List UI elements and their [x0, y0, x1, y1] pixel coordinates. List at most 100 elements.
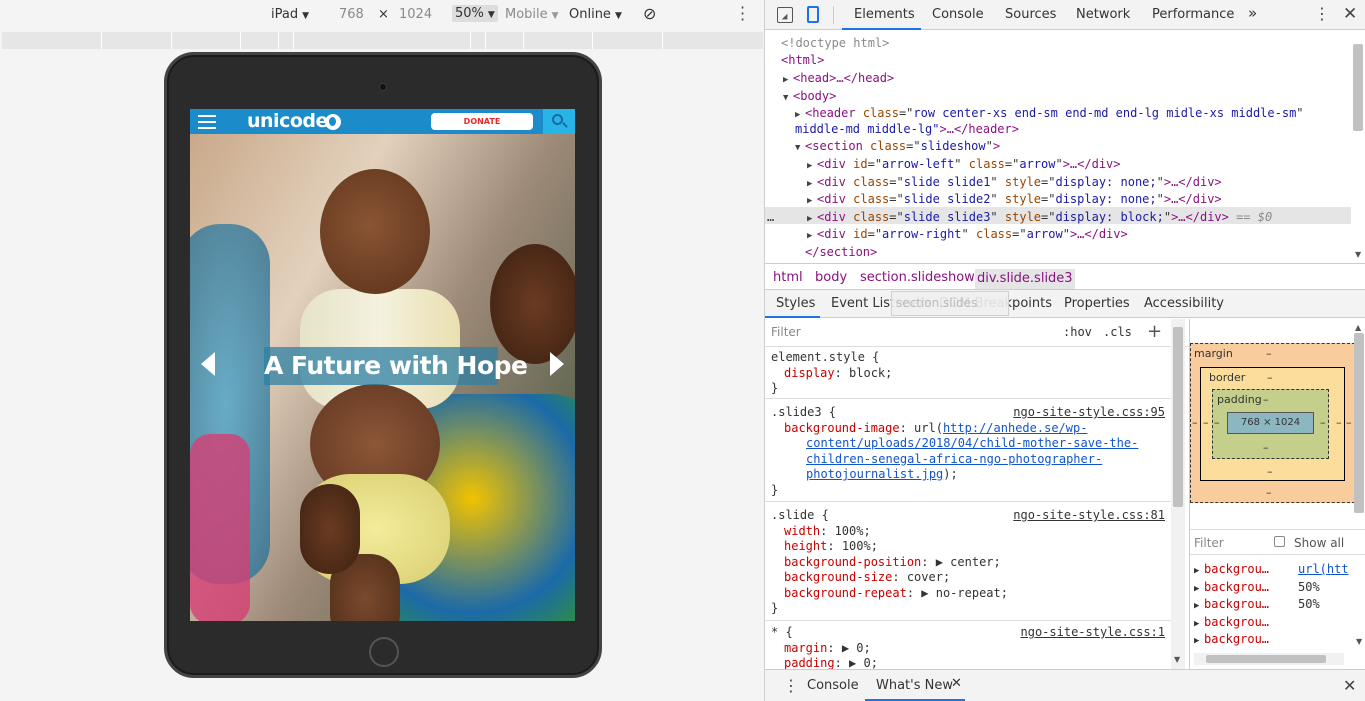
rule-source-link[interactable]: ngo-site-style.css:81	[1013, 508, 1165, 524]
rule-source-link[interactable]: ngo-site-style.css:95	[1013, 405, 1165, 421]
tab-elements[interactable]: Elements	[854, 7, 915, 22]
network-select[interactable]: Online ▼	[569, 7, 622, 22]
box-model-content[interactable]: 768 × 1024	[1227, 412, 1314, 434]
dom-node-line[interactable]: </section>	[805, 244, 877, 262]
rule-declaration[interactable]: margin: ▶ 0;	[771, 641, 1165, 657]
box-model-scrollbar[interactable]	[1354, 333, 1364, 513]
media-query-bar[interactable]	[2, 32, 763, 49]
rule-declaration[interactable]: background-size: cover;	[771, 570, 1165, 586]
rule-source-link[interactable]: ngo-site-style.css:1	[1021, 625, 1166, 641]
dom-scrollbar[interactable]	[1353, 44, 1363, 131]
dom-node-line[interactable]: middle-md middle-lg">…</header>	[795, 121, 1019, 139]
image-url-link[interactable]: children-senegal-africa-ngo-photographer…	[806, 452, 1102, 466]
computed-hscrollbar[interactable]	[1194, 653, 1344, 665]
rule-declaration[interactable]: background-image: url(http://anhede.se/w…	[771, 421, 1165, 437]
expand-triangle-icon[interactable]: ▶	[1194, 636, 1204, 646]
tab-sources[interactable]: Sources	[1005, 7, 1056, 22]
dom-node-line[interactable]: ▶ <head>…</head>	[783, 70, 894, 90]
node-actions-icon[interactable]: …	[767, 209, 774, 227]
rule-declaration[interactable]: background-position: ▶ center;	[771, 555, 1165, 571]
tab-performance[interactable]: Performance	[1152, 7, 1234, 22]
drawer-tab-console[interactable]: Console	[807, 678, 859, 693]
styles-filter-input[interactable]: Filter	[771, 325, 801, 339]
drawer-menu-icon[interactable]: ⋮	[783, 676, 799, 695]
rule-declaration[interactable]: padding: ▶ 0;	[771, 656, 1165, 669]
tab-console[interactable]: Console	[932, 7, 984, 22]
dom-tree[interactable]: <!doctype html> <html> ▶ <head>…</head> ▼ <bo…	[765, 31, 1351, 263]
scroll-down-icon[interactable]: ▼	[1355, 250, 1361, 259]
device-toolbar-icon[interactable]	[807, 6, 819, 23]
dom-node-line[interactable]: ▶ <div class="slide slide2" style="displa…	[807, 191, 1222, 211]
scroll-down-icon[interactable]: ▼	[1356, 637, 1362, 646]
more-options-icon[interactable]: · · ·	[740, 0, 745, 28]
dom-node-line[interactable]: ▶ <div id="arrow-left" class="arrow">…</d…	[807, 156, 1121, 176]
image-url-link[interactable]: photojournalist.jpg	[806, 467, 943, 481]
scroll-up-icon[interactable]: ▲	[1355, 323, 1361, 332]
breadcrumb-html[interactable]: html	[773, 270, 803, 285]
dom-node-line[interactable]: <html>	[781, 52, 824, 70]
dom-node-line[interactable]: <!doctype html>	[781, 35, 889, 53]
zoom-select[interactable]: 50% ▼	[452, 5, 498, 22]
tab-network[interactable]: Network	[1076, 7, 1130, 22]
ruler-tick	[278, 32, 279, 49]
hamburger-menu-icon[interactable]	[198, 115, 216, 129]
tab-styles[interactable]: Styles	[776, 296, 815, 311]
scroll-down-icon[interactable]: ▼	[1174, 655, 1180, 664]
rule-declaration[interactable]: background-repeat: ▶ no-repeat;	[771, 586, 1165, 602]
rule-declaration[interactable]: height: 100%;	[771, 539, 1165, 555]
styles-scrollbar[interactable]	[1173, 327, 1183, 507]
close-icon[interactable]: ✕	[1343, 4, 1357, 24]
computed-property[interactable]: ▶ backgrou… 50%	[1190, 597, 1365, 611]
box-model-border[interactable]: border – – – – padding – – – – 768 × 102…	[1200, 367, 1345, 481]
expand-triangle-icon[interactable]: ▶	[1194, 619, 1204, 629]
image-url-link[interactable]: http://anhede.se/wp-	[943, 421, 1088, 435]
style-rule[interactable]: * { ngo-site-style.css:1 margin: ▶ 0; pa…	[765, 623, 1171, 669]
expand-triangle-icon[interactable]: ▶	[1194, 584, 1204, 594]
drawer-tab-whats-new[interactable]: What's New	[876, 678, 953, 693]
dom-node-line[interactable]: ▶ <div id="arrow-right" class="arrow">…</…	[807, 226, 1128, 246]
close-tab-icon[interactable]: ✕	[951, 676, 962, 691]
rotate-icon[interactable]: ⊘	[643, 4, 656, 23]
style-rule[interactable]: element.style { display: block; }	[765, 348, 1171, 399]
mode-select[interactable]: Mobile ▼	[505, 7, 559, 22]
height-input[interactable]: 1024	[399, 7, 432, 22]
device-select[interactable]: iPad ▼	[271, 7, 309, 22]
home-button[interactable]	[369, 637, 399, 667]
arrow-left-icon[interactable]	[201, 352, 215, 376]
more-tabs-icon[interactable]: »	[1248, 4, 1257, 22]
add-rule-icon[interactable]: +	[1147, 321, 1162, 342]
tab-properties[interactable]: Properties	[1064, 296, 1130, 311]
expand-triangle-icon[interactable]: ▶	[1194, 601, 1204, 611]
emulated-screen[interactable]: unicode DONATE A Future with Hope	[190, 109, 575, 621]
breadcrumb-section[interactable]: section.slideshow	[860, 270, 975, 285]
tab-accessibility[interactable]: Accessibility	[1144, 296, 1224, 311]
image-url-link[interactable]: content/uploads/2018/04/child-mother-sav…	[806, 436, 1138, 450]
breadcrumb-div-slide3[interactable]: div.slide.slide3	[975, 269, 1075, 289]
ruler-tick	[101, 32, 102, 49]
show-all-checkbox[interactable]	[1274, 536, 1285, 547]
site-logo[interactable]: unicode	[247, 110, 328, 132]
hov-toggle[interactable]: :hov	[1063, 325, 1092, 339]
width-input[interactable]: 768	[339, 7, 364, 22]
computed-property[interactable]: ▶ backgrou… 50%	[1190, 580, 1365, 594]
dom-node-line[interactable]: ▼ <section class="slideshow">	[795, 138, 1000, 158]
search-button[interactable]	[543, 109, 575, 134]
computed-property[interactable]: ▶ backgrou… url(htt	[1190, 562, 1365, 576]
computed-property[interactable]: ▶ backgrou…	[1190, 632, 1365, 646]
box-model-padding[interactable]: padding – – – – 768 × 1024	[1212, 389, 1329, 459]
computed-filter-input[interactable]: Filter	[1194, 536, 1224, 550]
arrow-right-icon[interactable]	[550, 352, 564, 376]
breadcrumb-body[interactable]: body	[815, 270, 847, 285]
devtools-menu-icon[interactable]: ⋮	[1314, 4, 1330, 23]
style-rule[interactable]: .slide { ngo-site-style.css:81 width: 10…	[765, 506, 1171, 621]
expand-triangle-icon[interactable]: ▶	[1194, 566, 1204, 576]
computed-property[interactable]: ▶ backgrou…	[1190, 615, 1365, 629]
style-rule[interactable]: .slide3 { ngo-site-style.css:95 backgrou…	[765, 403, 1171, 502]
cls-toggle[interactable]: .cls	[1103, 325, 1132, 339]
inspect-element-icon[interactable]	[777, 7, 793, 23]
rule-declaration[interactable]: width: 100%;	[771, 524, 1165, 540]
close-drawer-icon[interactable]: ✕	[1343, 676, 1356, 695]
donate-button[interactable]: DONATE	[431, 113, 533, 130]
rule-declaration[interactable]: display: block;	[771, 366, 1165, 382]
box-model-margin[interactable]: margin – – – – border – – – – padding – …	[1190, 343, 1355, 503]
